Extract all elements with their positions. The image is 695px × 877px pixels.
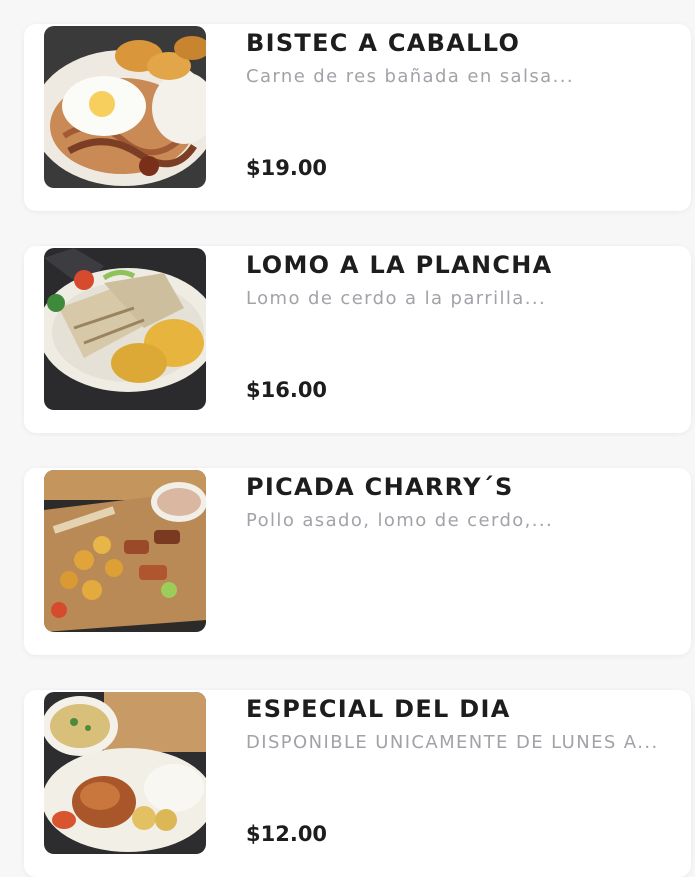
menu-item-price: $16.00 (246, 378, 328, 402)
menu-item-title: LOMO A LA PLANCHA (246, 251, 553, 279)
menu-item-title: PICADA CHARRY´S (246, 473, 514, 501)
menu-item-description: Pollo asado, lomo de cerdo,... (246, 510, 554, 531)
especial-del-dia-image (44, 692, 206, 854)
bistec-a-caballo-image (44, 26, 206, 188)
menu-item-price: $19.00 (246, 156, 328, 180)
menu-item-card[interactable]: BISTEC A CABALLO Carne de res bañada en … (24, 24, 691, 211)
menu-item-description: Lomo de cerdo a la parrilla... (246, 288, 547, 309)
menu-item-description: DISPONIBLE UNICAMENTE DE LUNES A... (246, 732, 659, 753)
menu-item-description: Carne de res bañada en salsa... (246, 66, 574, 87)
bistec-a-caballo-photo[interactable] (44, 26, 206, 188)
menu-item-card[interactable]: PICADA CHARRY´S Pollo asado, lomo de cer… (24, 468, 691, 655)
picada-charrys-photo[interactable] (44, 470, 206, 632)
menu-item-card[interactable]: ESPECIAL DEL DIA DISPONIBLE UNICAMENTE D… (24, 690, 691, 877)
menu-item-title: ESPECIAL DEL DIA (246, 695, 511, 723)
menu-item-list: BISTEC A CABALLO Carne de res bañada en … (0, 0, 695, 877)
lomo-a-la-plancha-image (44, 248, 206, 410)
lomo-a-la-plancha-photo[interactable] (44, 248, 206, 410)
menu-item-price: $12.00 (246, 822, 328, 846)
especial-del-dia-photo[interactable] (44, 692, 206, 854)
picada-charrys-image (44, 470, 206, 632)
menu-item-card[interactable]: LOMO A LA PLANCHA Lomo de cerdo a la par… (24, 246, 691, 433)
menu-item-title: BISTEC A CABALLO (246, 29, 521, 57)
